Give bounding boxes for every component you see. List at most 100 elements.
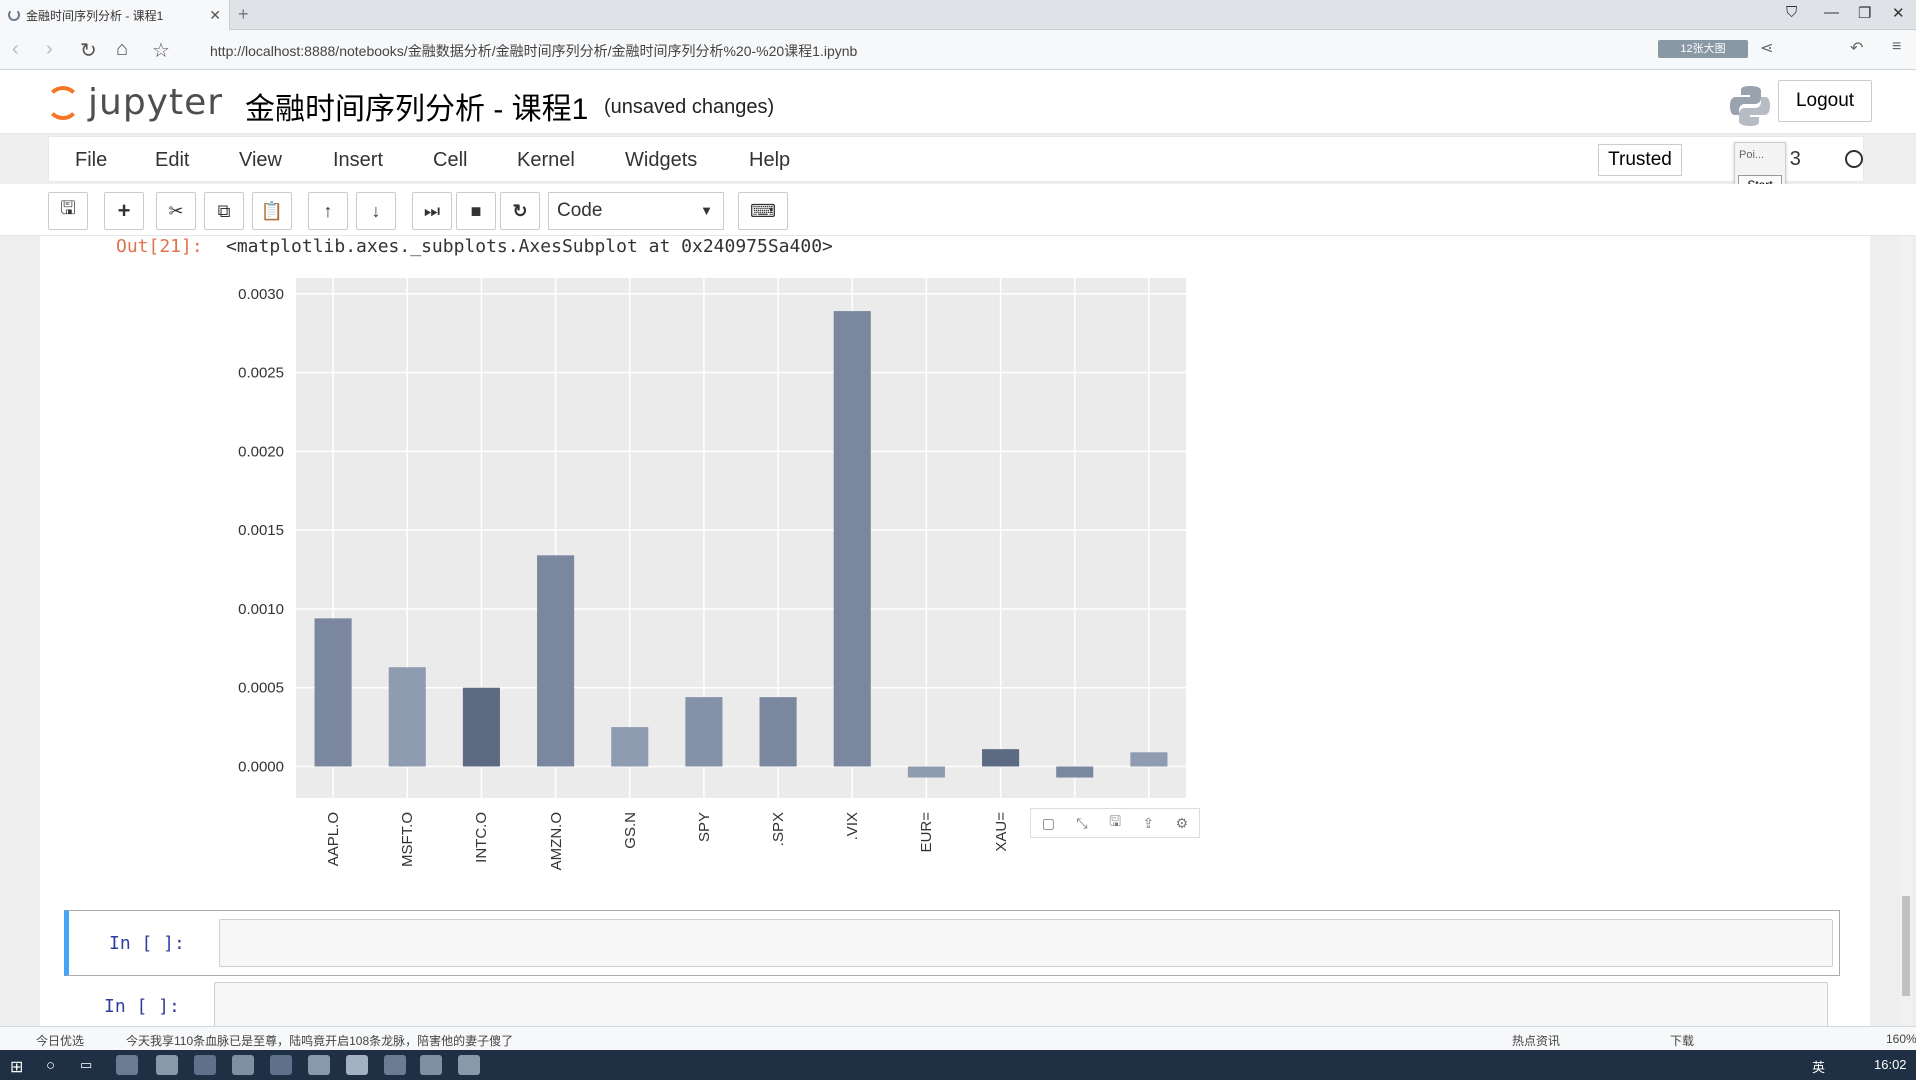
menu-file[interactable]: File	[75, 149, 107, 172]
scrollbar-thumb[interactable]	[1902, 896, 1910, 996]
menu-widgets[interactable]: Widgets	[625, 149, 697, 172]
cell-type-value: Code	[557, 200, 603, 221]
tab-title: 金融时间序列分析 - 课程1	[26, 8, 164, 23]
code-cell[interactable]: In [ ]:	[64, 974, 1840, 1026]
ime-indicator[interactable]: 英	[1812, 1057, 1825, 1076]
logout-button[interactable]: Logout	[1778, 80, 1872, 122]
forward-icon[interactable]: ›	[46, 38, 53, 61]
settings-icon[interactable]: ⚙	[1176, 815, 1189, 832]
input-prompt: In [ ]:	[104, 996, 180, 1017]
copy-icon: ⧉	[217, 200, 231, 221]
run-button[interactable]: ⏭	[412, 192, 452, 230]
vertical-scrollbar[interactable]	[1900, 236, 1912, 1026]
move-up-button[interactable]: ↑	[308, 192, 348, 230]
cut-button[interactable]: ✂	[156, 192, 196, 230]
browser-tab[interactable]: 金融时间序列分析 - 课程1 ✕	[0, 0, 230, 30]
notebook-title[interactable]: 金融时间序列分析 - 课程1	[245, 84, 588, 128]
x-tick-label: SPY	[695, 812, 713, 843]
restart-button[interactable]: ↻	[500, 192, 540, 230]
close-tab-icon[interactable]: ✕	[209, 7, 221, 24]
shirt-icon[interactable]: ⛉	[1786, 4, 1797, 21]
share-figure-icon[interactable]: ⇪	[1142, 815, 1154, 832]
windows-start-icon[interactable]: ⊞	[10, 1057, 23, 1077]
bar-xau	[982, 749, 1020, 767]
minimize-icon[interactable]: —	[1824, 4, 1839, 21]
search-icon[interactable]: ○	[46, 1057, 55, 1074]
address-bar[interactable]: http://localhost:8888/notebooks/金融数据分析/金…	[210, 41, 857, 61]
status-news[interactable]: 今天我享110条血脉已是至尊，陆鸣竟开启108条龙脉，陪害他的妻子傻了	[126, 1032, 513, 1049]
y-tick-label: 0.0000	[238, 758, 284, 775]
arrow-down-icon: ↓	[371, 200, 381, 221]
save-figure-icon[interactable]: 🖫	[1109, 811, 1121, 835]
menu-icon[interactable]: ≡	[1892, 38, 1901, 56]
browser-nav-bar: ‹ › ↻ ⌂ ☆ http://localhost:8888/notebook…	[0, 30, 1916, 70]
share-icon[interactable]: ⋖	[1760, 38, 1773, 58]
copy-button[interactable]: ⧉	[204, 192, 244, 230]
app-icon[interactable]	[384, 1055, 406, 1075]
app-icon[interactable]	[232, 1055, 254, 1075]
home-icon[interactable]: ⌂	[116, 38, 128, 61]
bar-amzno	[537, 555, 575, 767]
code-input[interactable]	[219, 919, 1833, 967]
y-tick-label: 0.0015	[238, 522, 284, 539]
app-icon[interactable]	[270, 1055, 292, 1075]
x-tick-label: AMZN.O	[547, 812, 565, 871]
back-icon[interactable]: ‹	[12, 38, 19, 61]
app-icon[interactable]	[420, 1055, 442, 1075]
paste-icon: 📋	[260, 200, 284, 221]
bar-chart: 0.0000 0.0005 0.0010 0.0015 0.0020 0.0025 0.00…	[238, 278, 1186, 798]
output-prompt: Out[21]:	[116, 236, 203, 257]
bar-msfto	[388, 667, 426, 767]
status-hot[interactable]: 热点资讯	[1512, 1032, 1560, 1049]
plus-icon: +	[117, 198, 131, 223]
move-down-button[interactable]: ↓	[356, 192, 396, 230]
x-tick-label: .VIX	[844, 812, 862, 841]
step-forward-icon: ⏭	[423, 200, 441, 221]
app-icon[interactable]	[156, 1055, 178, 1075]
jupyter-ring-icon	[46, 86, 80, 120]
trusted-indicator[interactable]: Trusted	[1598, 144, 1682, 176]
code-input[interactable]	[214, 982, 1828, 1026]
restore-icon[interactable]: ❐	[1858, 4, 1871, 22]
menu-insert[interactable]: Insert	[333, 149, 383, 172]
undo-icon[interactable]: ↶	[1850, 38, 1863, 58]
interrupt-button[interactable]: ■	[456, 192, 496, 230]
cell-type-select[interactable]: Code ▼	[548, 192, 724, 230]
app-icon[interactable]	[346, 1055, 368, 1075]
reload-icon[interactable]: ↻	[80, 38, 97, 63]
save-button[interactable]: 🖫	[48, 192, 88, 230]
menu-view[interactable]: View	[239, 149, 282, 172]
status-zoom[interactable]: 160%	[1886, 1032, 1916, 1046]
menu-help[interactable]: Help	[749, 149, 790, 172]
app-icon[interactable]	[194, 1055, 216, 1075]
task-view-icon[interactable]: ▭	[80, 1057, 92, 1073]
code-cell-selected[interactable]: In [ ]:	[64, 910, 1840, 976]
app-icon[interactable]	[458, 1055, 480, 1075]
menu-edit[interactable]: Edit	[155, 149, 189, 172]
loading-icon	[8, 9, 20, 21]
x-tick-label: GS.N	[621, 812, 639, 849]
jupyter-logo[interactable]: jupyter	[46, 78, 222, 128]
bar-aaplo	[314, 618, 352, 767]
app-icon[interactable]	[308, 1055, 330, 1075]
menu-kernel[interactable]: Kernel	[517, 149, 575, 172]
command-palette-button[interactable]: ⌨	[738, 192, 788, 230]
insert-cell-button[interactable]: +	[104, 192, 144, 230]
new-tab-icon[interactable]: +	[238, 4, 249, 25]
zoom-icon[interactable]: ⤡	[1076, 815, 1087, 832]
bar-gl	[1056, 766, 1094, 778]
app-icon[interactable]	[116, 1055, 138, 1075]
status-left-label[interactable]: 今日优选	[36, 1032, 84, 1049]
input-prompt: In [ ]:	[109, 933, 185, 954]
menu-cell[interactable]: Cell	[433, 149, 467, 172]
status-download[interactable]: 下载	[1670, 1032, 1694, 1049]
pan-icon[interactable]: ▢	[1042, 815, 1055, 832]
browser-tab-bar: 金融时间序列分析 - 课程1 ✕ + ⛉ — ❐ ✕	[0, 0, 1916, 30]
clock[interactable]: 16:02	[1874, 1057, 1907, 1072]
close-window-icon[interactable]: ✕	[1892, 4, 1905, 22]
paste-button[interactable]: 📋	[252, 192, 292, 230]
bookmark-star-icon[interactable]: ☆	[152, 38, 170, 63]
save-status: (unsaved changes)	[604, 96, 775, 118]
image-badge[interactable]: 12张大图	[1658, 40, 1748, 58]
bar-gsn	[611, 727, 649, 767]
